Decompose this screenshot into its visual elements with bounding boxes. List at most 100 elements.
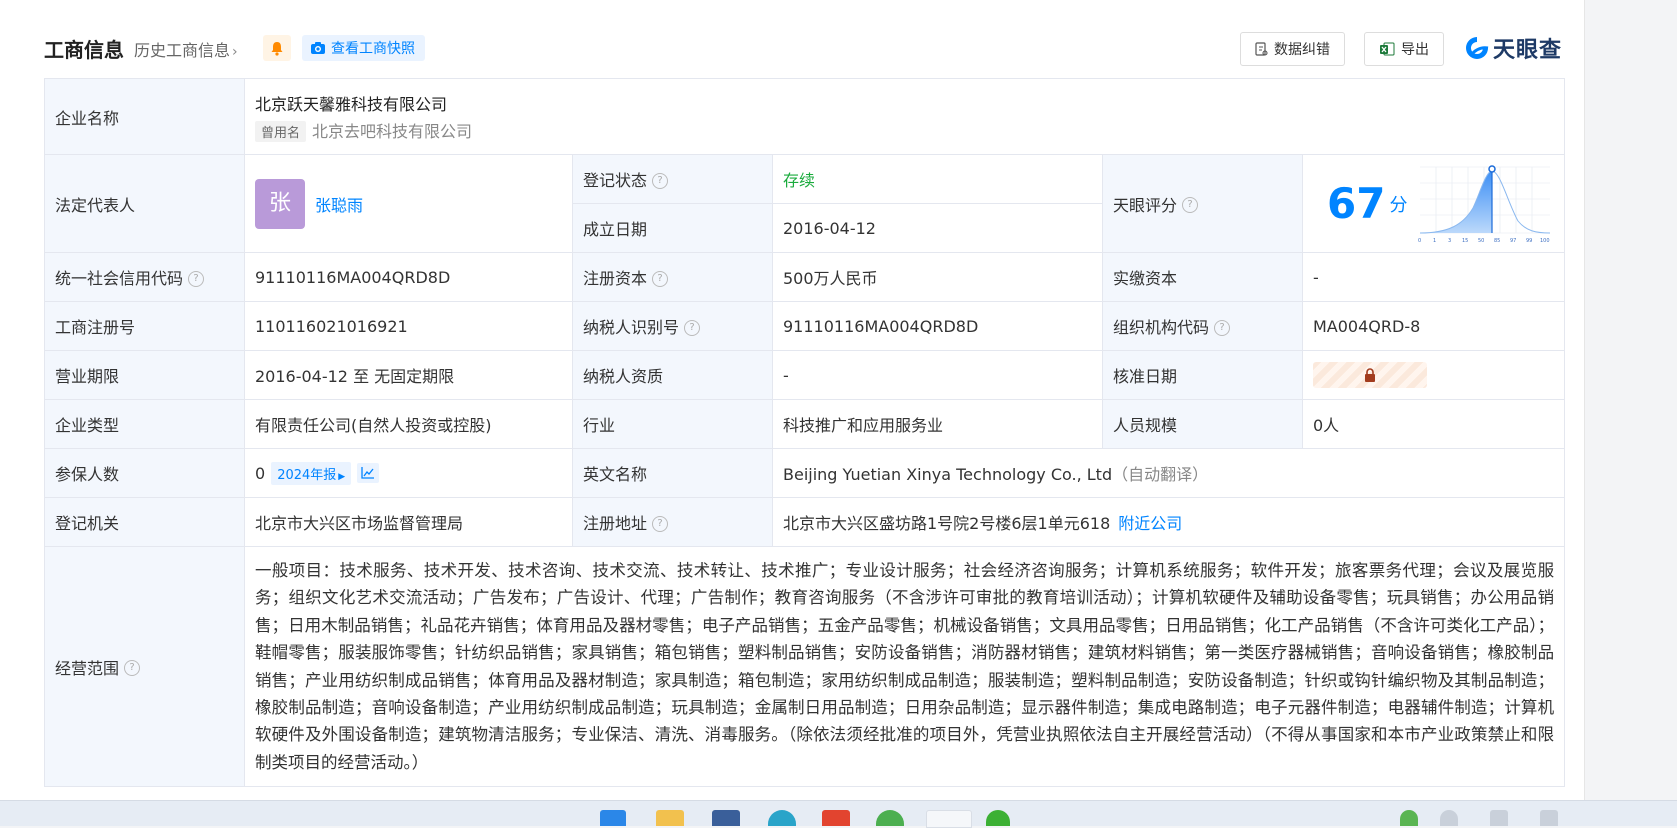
- bell-icon: [271, 41, 283, 56]
- score-cell[interactable]: 67 分 0 1 3 15 50 85 97 99 100: [1301, 154, 1566, 253]
- help-icon[interactable]: ?: [652, 270, 669, 287]
- company-name-value: 北京跃天馨雅科技有限公司: [255, 95, 448, 114]
- follow-bell-button[interactable]: [263, 35, 291, 61]
- table-row: 参保人数 0 2024年报 ▶ 英文名称 Beijing Yuetian Xinya…: [44, 448, 1566, 498]
- snapshot-label: 查看工商快照: [331, 41, 415, 57]
- brand-eye-icon: [1466, 37, 1489, 59]
- windows-start-icon[interactable]: [600, 810, 626, 826]
- used-name-value: 北京去吧科技有限公司: [312, 122, 473, 141]
- help-icon[interactable]: ?: [652, 515, 669, 532]
- biz-term-value: 2016-04-12 至 无固定期限: [244, 350, 573, 400]
- axis-tick: 97: [1510, 238, 1516, 244]
- reg-capital-label: 注册资本: [583, 269, 648, 288]
- taxpayer-id-value: 91110116MA004QRD8D: [772, 301, 1103, 351]
- trend-chart-button[interactable]: [357, 463, 380, 483]
- page: 工商信息 历史工商信息 › 查看工商快照 数据纠错 导出 天眼查 企业名称 北京…: [0, 0, 1584, 800]
- reg-authority-label: 登记机关: [44, 497, 245, 547]
- paid-capital-label: 实缴资本: [1102, 252, 1303, 302]
- avatar[interactable]: 张: [255, 178, 305, 229]
- biz-term-label: 营业期限: [44, 350, 245, 400]
- axis-tick: 85: [1494, 238, 1500, 244]
- axis-tick: 100: [1540, 238, 1550, 244]
- reg-capital-label-cell: 注册资本?: [572, 252, 773, 302]
- company-type-value: 有限责任公司(自然人投资或控股): [244, 399, 573, 449]
- help-icon[interactable]: ?: [1182, 197, 1199, 213]
- taxpayer-qual-value: -: [772, 350, 1103, 400]
- edit-doc-icon: [1255, 42, 1268, 56]
- paid-capital-value: -: [1301, 252, 1566, 302]
- reg-address-label: 注册地址: [583, 514, 648, 533]
- tray-icon[interactable]: [1440, 810, 1458, 826]
- table-row: 营业期限 2016-04-12 至 无固定期限 纳税人资质 - 核准日期: [44, 350, 1566, 400]
- approve-date-cell: [1301, 350, 1566, 400]
- data-fix-label: 数据纠错: [1274, 42, 1330, 58]
- help-icon[interactable]: ?: [652, 172, 669, 189]
- axis-tick: 3: [1448, 238, 1451, 244]
- help-icon[interactable]: ?: [188, 270, 205, 287]
- briefcase-icon[interactable]: [712, 810, 740, 826]
- table-row: 企业名称 北京跃天馨雅科技有限公司 曾用名 北京去吧科技有限公司: [44, 78, 1566, 155]
- approve-date-label: 核准日期: [1102, 350, 1303, 400]
- axis-tick: 99: [1526, 238, 1532, 244]
- table-row: 法定代表人 张张聪雨 登记状态? 存续 天眼评分? 67 分 0 1 3 15 …: [44, 154, 1566, 253]
- found-date-label: 成立日期: [572, 203, 773, 253]
- annual-report-label: 2024年报: [277, 467, 337, 483]
- tianyancha-logo: 天眼查: [1464, 32, 1562, 64]
- company-name-label: 企业名称: [44, 78, 245, 155]
- edge-browser-icon[interactable]: [768, 810, 796, 826]
- industry-label: 行业: [572, 399, 773, 449]
- reg-capital-value: 500万人民币: [772, 252, 1103, 302]
- tray-icon[interactable]: [1540, 810, 1558, 826]
- legal-rep-label: 法定代表人: [44, 154, 245, 253]
- table-row: 企业类型 有限责任公司(自然人投资或控股) 行业 科技推广和应用服务业 人员规模…: [44, 399, 1566, 449]
- english-name-value: Beijing Yuetian Xinya Technology Co., Lt…: [783, 465, 1113, 484]
- help-icon[interactable]: ?: [684, 319, 701, 336]
- tray-icon[interactable]: [1490, 810, 1508, 826]
- insured-value: 0: [255, 463, 266, 483]
- reg-status-label-cell: 登记状态?: [572, 154, 773, 204]
- org-code-value: MA004QRD-8: [1301, 301, 1566, 351]
- camera-icon: [311, 42, 325, 54]
- company-name-cell: 北京跃天馨雅科技有限公司 曾用名 北京去吧科技有限公司: [243, 78, 1566, 155]
- reg-authority-value: 北京市大兴区市场监督管理局: [244, 497, 573, 547]
- excel-icon: [1380, 42, 1395, 56]
- help-icon[interactable]: ?: [124, 660, 141, 677]
- history-info-link[interactable]: 历史工商信息 ›: [134, 37, 238, 61]
- biz-scope-value: 一般项目：技术服务、技术开发、技术咨询、技术交流、技术转让、技术推广；专业设计服…: [243, 545, 1566, 788]
- locked-value[interactable]: [1313, 362, 1427, 388]
- score-label-cell: 天眼评分?: [1102, 154, 1303, 253]
- legal-rep-name-link[interactable]: 张聪雨: [315, 196, 363, 215]
- axis-tick: 1: [1433, 238, 1436, 244]
- nearby-companies-link[interactable]: 附近公司: [1118, 514, 1182, 533]
- snapshot-button[interactable]: 查看工商快照: [302, 35, 425, 61]
- axis-tick: 0: [1418, 238, 1421, 244]
- file-explorer-icon[interactable]: [656, 810, 684, 826]
- office-app-icon[interactable]: [822, 810, 850, 826]
- page-scroll-area[interactable]: [1584, 0, 1677, 800]
- section-header: 工商信息 历史工商信息 › 查看工商快照 数据纠错 导出 天眼查: [44, 30, 1564, 70]
- tray-icon[interactable]: [1400, 810, 1418, 826]
- company-type-label: 企业类型: [44, 399, 245, 449]
- wechat-icon[interactable]: [986, 810, 1010, 826]
- credit-code-label: 统一社会信用代码: [55, 269, 184, 288]
- reg-address-label-cell: 注册地址?: [572, 497, 773, 547]
- active-app-icon[interactable]: [926, 810, 972, 828]
- os-taskbar: [0, 800, 1677, 828]
- reg-status-value: 存续: [772, 154, 1103, 204]
- help-icon[interactable]: ?: [1214, 319, 1231, 336]
- export-button[interactable]: 导出: [1364, 32, 1444, 66]
- reg-no-value: 110116021016921: [244, 301, 573, 351]
- caret-right-icon: ▶: [338, 471, 346, 482]
- english-name-cell: Beijing Yuetian Xinya Technology Co., Lt…: [771, 448, 1566, 498]
- table-row: 登记机关 北京市大兴区市场监督管理局 注册地址? 北京市大兴区盛坊路1号院2号楼…: [44, 497, 1566, 547]
- business-info-table: 企业名称 北京跃天馨雅科技有限公司 曾用名 北京去吧科技有限公司 法定代表人 张张…: [44, 78, 1566, 788]
- insured-label: 参保人数: [44, 448, 245, 498]
- annual-report-button[interactable]: 2024年报 ▶: [271, 461, 352, 485]
- english-name-label: 英文名称: [572, 448, 773, 498]
- export-label: 导出: [1401, 42, 1429, 58]
- axis-tick: 15: [1462, 238, 1468, 244]
- data-fix-button[interactable]: 数据纠错: [1240, 32, 1345, 66]
- color-wheel-app-icon[interactable]: [876, 810, 904, 826]
- table-row: 工商注册号 110116021016921 纳税人识别号? 91110116MA…: [44, 301, 1566, 351]
- staff-size-value: 0人: [1301, 399, 1566, 449]
